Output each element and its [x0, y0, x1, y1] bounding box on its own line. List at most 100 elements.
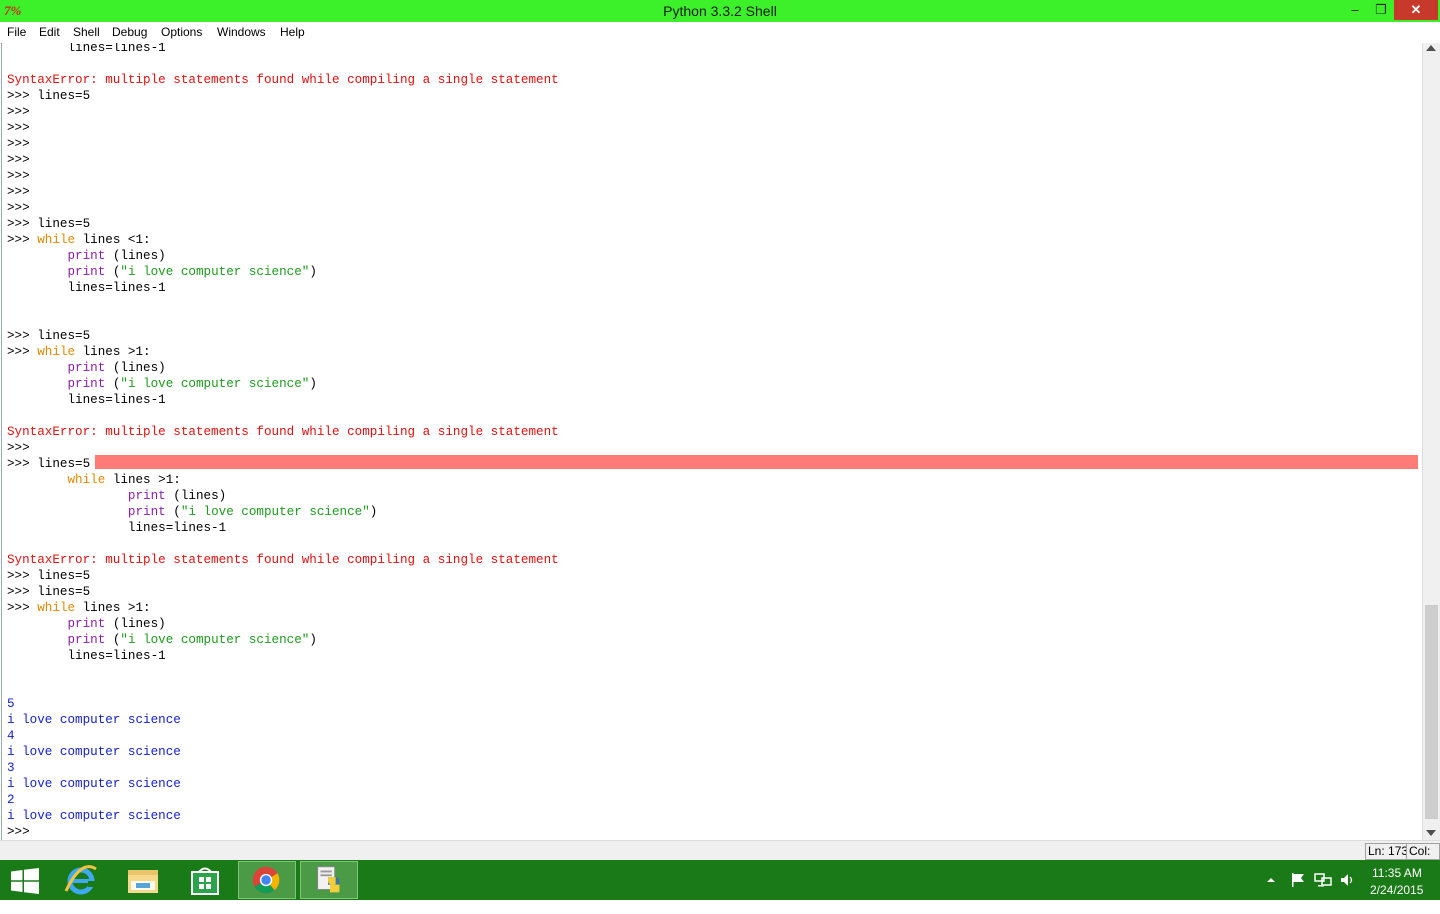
taskbar-windows-store[interactable] [176, 861, 234, 899]
shell-line: lines=lines-1 [7, 392, 166, 408]
code-text: ( [165, 505, 181, 519]
status-bar: Ln: 173 Col: 4 [0, 840, 1440, 873]
taskbar-chrome[interactable] [238, 861, 296, 899]
code-text: lines >1: [105, 473, 181, 487]
shell-line: i love computer science [7, 808, 181, 824]
shell-line: >>> [7, 136, 30, 152]
code-text: >>> [7, 441, 30, 455]
shell-line: >>> [7, 104, 30, 120]
code-text: print [127, 489, 166, 503]
shell-line: 4 [7, 728, 15, 744]
code-text: lines >1: [75, 345, 151, 359]
code-text: >>> [7, 201, 30, 215]
shell-line: >>> [7, 824, 30, 840]
maximize-button[interactable]: ❐ [1368, 0, 1394, 20]
shell-line: >>> [7, 168, 30, 184]
python-icon [317, 866, 340, 893]
code-text: ( [105, 265, 121, 279]
code-text: lines=lines-1 [7, 649, 166, 663]
code-text: >>> lines=5 [7, 569, 91, 583]
scroll-up-arrow-icon[interactable] [1426, 45, 1436, 51]
vertical-scrollbar[interactable] [1422, 43, 1440, 840]
shell-line: >>> [7, 152, 30, 168]
menu-bar: File Edit Shell Debug Options Windows He… [0, 22, 1440, 44]
code-text: "i love computer science" [180, 505, 370, 519]
minimize-button[interactable]: ‒ [1342, 0, 1368, 20]
taskbar: 11:35 AM 2/24/2015 [0, 860, 1440, 900]
shell-line: SyntaxError: multiple statements found w… [7, 552, 559, 568]
shell-line: lines=lines-1 [7, 280, 165, 296]
error-line-highlight [95, 455, 1418, 469]
code-text: >>> [7, 185, 30, 199]
shell-line: print ("i love computer science") [7, 264, 316, 280]
code-text: (lines) [105, 249, 166, 263]
shell-line: print ("i love computer science") [7, 632, 316, 648]
code-text: "i love computer science" [120, 265, 310, 279]
shell-line: i love computer science [7, 712, 181, 728]
code-text: >>> [7, 233, 38, 247]
code-text: while [37, 233, 76, 247]
shell-line: print (lines) [7, 360, 165, 376]
shell-line: >>> lines=5 [7, 568, 90, 584]
shell-line: SyntaxError: multiple statements found w… [7, 72, 559, 88]
code-text: >>> [7, 601, 38, 615]
code-text: >>> [7, 153, 30, 167]
menu-help[interactable]: Help [280, 25, 305, 40]
volume-icon[interactable] [1340, 872, 1356, 912]
menu-options[interactable]: Options [161, 25, 202, 40]
shell-line: print (lines) [7, 488, 226, 504]
error-text: SyntaxError: multiple statements found w… [7, 73, 559, 87]
code-text: ( [105, 633, 121, 647]
taskbar-python-idle[interactable] [300, 861, 358, 899]
code-text: print [67, 633, 106, 647]
code-text: lines=lines-1 [7, 43, 166, 55]
start-button[interactable] [0, 861, 58, 899]
close-button[interactable]: ✕ [1394, 0, 1438, 20]
shell-line: lines=lines-1 [7, 648, 166, 664]
menu-windows[interactable]: Windows [217, 25, 266, 40]
scroll-down-arrow-icon[interactable] [1426, 830, 1436, 836]
code-text: print [67, 361, 106, 375]
output-text: i love computer science [7, 713, 181, 727]
network-icon[interactable] [1314, 872, 1332, 912]
code-text: ( [105, 377, 121, 391]
title-bar: 7% Python 3.3.2 Shell ‒ ❐ ✕ [0, 0, 1440, 22]
output-text: 4 [7, 729, 15, 743]
show-hidden-icons-icon[interactable] [1266, 874, 1276, 914]
taskbar-clock-time[interactable]: 11:35 AM [1372, 866, 1422, 880]
scrollbar-thumb[interactable] [1425, 605, 1438, 819]
store-icon [191, 867, 219, 895]
output-text: 3 [7, 761, 15, 775]
code-text: "i love computer science" [120, 377, 310, 391]
shell-line: 2 [7, 792, 15, 808]
output-text: 2 [7, 793, 15, 807]
menu-shell[interactable]: Shell [73, 25, 100, 40]
code-text: (lines) [165, 489, 227, 503]
shell-text-area[interactable]: lines=lines-1 SyntaxError: multiple state… [1, 43, 1422, 840]
taskbar-internet-explorer[interactable] [52, 861, 110, 899]
shell-line: i love computer science [7, 744, 181, 760]
shell-line: >>> lines=5 [7, 88, 90, 104]
shell-line: >>> lines=5 [7, 216, 90, 232]
code-text: print [67, 265, 106, 279]
taskbar-clock-date[interactable]: 2/24/2015 [1370, 883, 1423, 897]
menu-edit[interactable]: Edit [39, 25, 60, 40]
code-text: >>> lines=5 [7, 217, 91, 231]
output-text: 5 [7, 697, 15, 711]
code-text: lines=lines-1 [7, 393, 166, 407]
shell-line: 5 [7, 696, 15, 712]
menu-debug[interactable]: Debug [112, 25, 147, 40]
action-center-flag-icon[interactable] [1290, 872, 1306, 912]
shell-line: print ("i love computer science") [7, 376, 316, 392]
code-text: >>> lines=5 [7, 329, 91, 343]
code-text: lines >1: [75, 601, 151, 615]
code-text: lines <1: [75, 233, 151, 247]
menu-file[interactable]: File [7, 25, 26, 40]
window-title: Python 3.3.2 Shell [663, 3, 777, 19]
taskbar-file-explorer[interactable] [114, 861, 172, 899]
chrome-icon [252, 866, 280, 894]
